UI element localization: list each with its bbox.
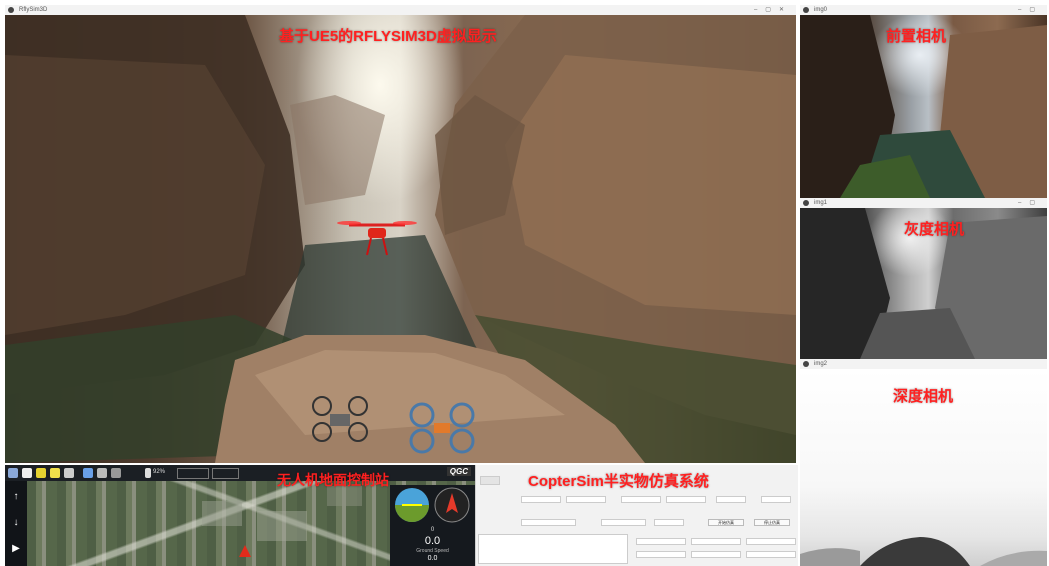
gray-camera-label: 灰度相机 bbox=[904, 221, 965, 238]
analyze-icon[interactable] bbox=[64, 468, 74, 478]
battery-level: 92% bbox=[153, 469, 166, 475]
rc-icon[interactable] bbox=[111, 468, 121, 478]
depth-camera-titlebar: img2 bbox=[800, 359, 1047, 369]
canyon-scene-illustration bbox=[5, 15, 796, 463]
coptersim-field-1[interactable] bbox=[521, 496, 561, 503]
coptersim-status-field-6[interactable] bbox=[746, 551, 796, 558]
depth-camera-label: 深度相机 bbox=[893, 388, 954, 405]
coptersim-field-8[interactable] bbox=[601, 519, 646, 526]
rflysim3d-titlebar: RflySim3D –▢✕ bbox=[5, 5, 796, 15]
qgc-window: 92% QGC ↑ ↓ ▶ 0 0.0 Ground Speed 0.0 无人机… bbox=[5, 465, 475, 566]
coptersim-overlay-title: CopterSim半实物仿真系统 bbox=[528, 473, 709, 490]
fly-icon[interactable] bbox=[50, 468, 60, 478]
rflysim3d-overlay-title: 基于UE5的RFLYSIM3D虚拟显示 bbox=[279, 28, 497, 45]
instrument-panel: 0 0.0 Ground Speed 0.0 bbox=[390, 485, 475, 566]
start-mission-button[interactable]: ▶ bbox=[8, 541, 24, 557]
attitude-and-compass bbox=[395, 487, 470, 523]
camera-window-icon bbox=[803, 7, 809, 13]
vehicle-marker-icon bbox=[239, 545, 251, 557]
camera-window-icon bbox=[803, 200, 809, 206]
coptersim-field-4[interactable] bbox=[666, 496, 706, 503]
plan-icon[interactable] bbox=[36, 468, 46, 478]
rflysim3d-window-title: RflySim3D bbox=[19, 7, 48, 13]
app-icon bbox=[8, 7, 14, 13]
qgc-home-icon[interactable] bbox=[8, 468, 18, 478]
stop-simulation-button[interactable]: 停止仿真 bbox=[754, 519, 790, 526]
instrument-readout-2: 0.0 bbox=[424, 535, 441, 547]
camera-window-icon bbox=[803, 361, 809, 367]
coptersim-status-field-4[interactable] bbox=[636, 551, 686, 558]
window-controls[interactable]: –▢✕ bbox=[754, 5, 792, 15]
instrument-readout-1: 0 bbox=[430, 527, 435, 533]
rflysim3d-window: RflySim3D –▢✕ 基于UE5的RFLYSIM3D虚拟显示 bbox=[5, 5, 796, 463]
coptersim-status-field-2[interactable] bbox=[691, 538, 741, 545]
instrument-readout-4: 0.0 bbox=[427, 555, 438, 562]
window-controls[interactable]: –▢ bbox=[1018, 5, 1043, 15]
coptersim-field-2[interactable] bbox=[566, 496, 606, 503]
qgc-overlay-title: 无人机地面控制站 bbox=[277, 472, 389, 488]
gray-camera-titlebar: img1 –▢ bbox=[800, 198, 1047, 208]
coptersim-log[interactable] bbox=[478, 534, 628, 564]
depth-camera-window: img2 深度相机 bbox=[800, 359, 1047, 566]
coptersim-field-3[interactable] bbox=[621, 496, 661, 503]
vehicle-icon[interactable] bbox=[22, 468, 32, 478]
coptersim-field-9[interactable] bbox=[654, 519, 684, 526]
coptersim-tab[interactable] bbox=[480, 476, 500, 485]
flight-mode-select[interactable] bbox=[177, 468, 209, 479]
front-camera-label: 前置相机 bbox=[886, 28, 947, 45]
takeoff-button[interactable]: ↑ bbox=[8, 489, 24, 505]
window-controls[interactable]: –▢ bbox=[1018, 198, 1043, 208]
front-camera-window: img0 –▢ 前置相机 bbox=[800, 5, 1047, 198]
qgc-toolbar: 92% QGC bbox=[5, 465, 475, 481]
coptersim-field-6[interactable] bbox=[761, 496, 791, 503]
start-simulation-button[interactable]: 开始仿真 bbox=[708, 519, 744, 526]
coptersim-field-7[interactable] bbox=[521, 519, 576, 526]
message-icon[interactable] bbox=[83, 468, 93, 478]
gps-icon[interactable] bbox=[97, 468, 107, 478]
qgc-tool-strip: ↑ ↓ ▶ bbox=[5, 481, 27, 566]
coptersim-status-field-3[interactable] bbox=[746, 538, 796, 545]
coptersim-field-5[interactable] bbox=[716, 496, 746, 503]
gray-camera-window: img1 –▢ 灰度相机 bbox=[800, 198, 1047, 359]
depth-camera-window-title: img2 bbox=[814, 361, 828, 367]
gray-camera-window-title: img1 bbox=[814, 200, 828, 206]
battery-icon bbox=[145, 468, 151, 478]
front-camera-titlebar: img0 –▢ bbox=[800, 5, 1047, 15]
front-camera-window-title: img0 bbox=[814, 7, 828, 13]
coptersim-status-field-5[interactable] bbox=[691, 551, 741, 558]
land-button[interactable]: ↓ bbox=[8, 515, 24, 531]
arm-status-select[interactable] bbox=[212, 468, 239, 479]
instrument-readout-3: Ground Speed bbox=[416, 548, 449, 554]
qgc-logo: QGC bbox=[446, 467, 471, 476]
coptersim-window: 开始仿真 停止仿真 CopterSim半实物仿真系统 bbox=[475, 465, 798, 566]
3d-scene-viewport[interactable] bbox=[5, 15, 796, 463]
coptersim-status-field-1[interactable] bbox=[636, 538, 686, 545]
